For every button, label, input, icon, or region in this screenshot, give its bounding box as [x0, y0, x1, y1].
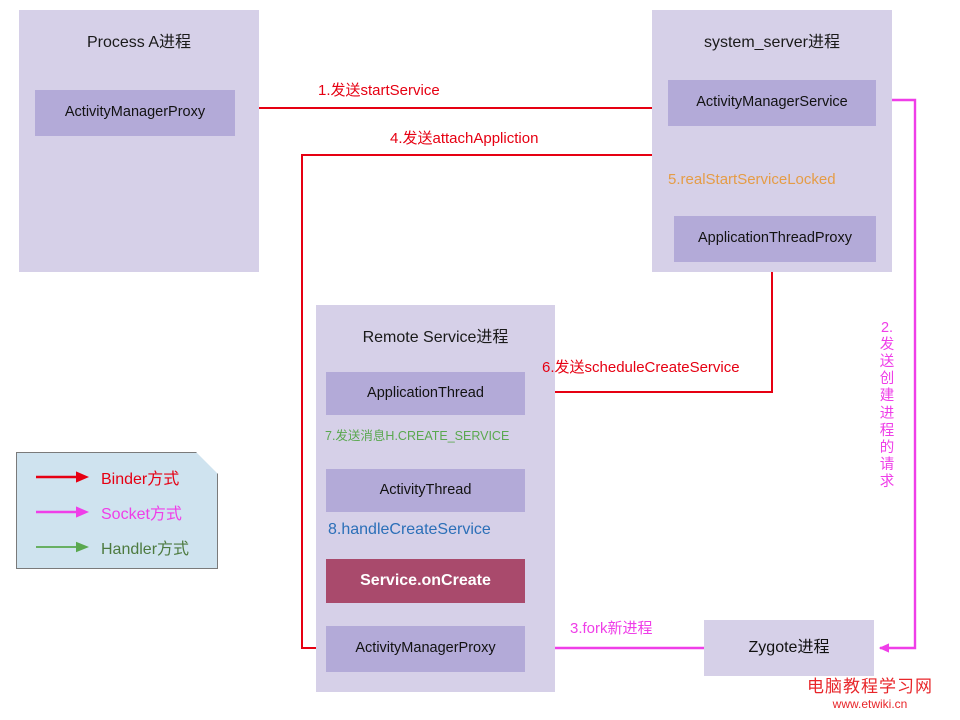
process-a-container: Process A进程 ActivityManagerProxy	[19, 10, 259, 272]
edge-label-3: 3.fork新进程	[570, 620, 653, 637]
process-a-title: Process A进程	[86, 34, 192, 51]
edge-label-7: 7.发送消息H.CREATE_SERVICE	[325, 429, 510, 443]
node-process-a-activity-manager-proxy[interactable]: ActivityManagerProxy	[35, 90, 235, 136]
node-activity-thread[interactable]: ActivityThread	[326, 469, 525, 512]
node-activity-manager-service[interactable]: ActivityManagerService	[668, 80, 876, 126]
node-application-thread-proxy[interactable]: ApplicationThreadProxy	[674, 216, 876, 262]
edge-label-4: 4.发送attachAppliction	[390, 130, 539, 147]
remote-service-container: Remote Service进程 ApplicationThread Activ…	[316, 305, 555, 692]
remote-service-title: Remote Service进程	[362, 329, 509, 346]
watermark-url: www.etwiki.cn	[832, 697, 908, 712]
legend-arrow-socket-icon	[35, 505, 91, 519]
legend-box: Binder方式 Socket方式 Handler方式	[16, 452, 218, 569]
watermark: 电脑教程学习网 www.etwiki.cn	[790, 676, 950, 712]
legend-item-handler: Handler方式	[35, 535, 189, 559]
node-application-thread[interactable]: ApplicationThread	[326, 372, 525, 415]
diagram-canvas: Process A进程 ActivityManagerProxy system_…	[0, 0, 960, 720]
node-zygote-process[interactable]: Zygote进程	[704, 620, 874, 676]
edge-label-1: 1.发送startService	[318, 82, 440, 99]
legend-item-binder: Binder方式	[35, 465, 179, 489]
legend-label-binder: Binder方式	[101, 471, 180, 488]
system-server-container: system_server进程 ActivityManagerService A…	[652, 10, 892, 272]
node-remote-activity-manager-proxy[interactable]: ActivityManagerProxy	[326, 626, 525, 672]
legend-item-socket: Socket方式	[35, 500, 182, 524]
node-service-oncreate[interactable]: Service.onCreate	[326, 559, 525, 603]
edge-label-5: 5.realStartServiceLocked	[668, 171, 836, 188]
legend-arrow-binder-icon	[35, 470, 91, 484]
edge-label-2: 2.发送创建进程的请求	[879, 320, 895, 490]
system-server-title: system_server进程	[703, 34, 841, 51]
legend-arrow-handler-icon	[35, 540, 91, 554]
legend-label-handler: Handler方式	[101, 541, 190, 558]
watermark-site-name: 电脑教程学习网	[807, 677, 933, 696]
legend-label-socket: Socket方式	[101, 506, 182, 523]
edge-label-6: 6.发送scheduleCreateService	[542, 359, 740, 376]
edge-label-8: 8.handleCreateService	[328, 521, 491, 538]
